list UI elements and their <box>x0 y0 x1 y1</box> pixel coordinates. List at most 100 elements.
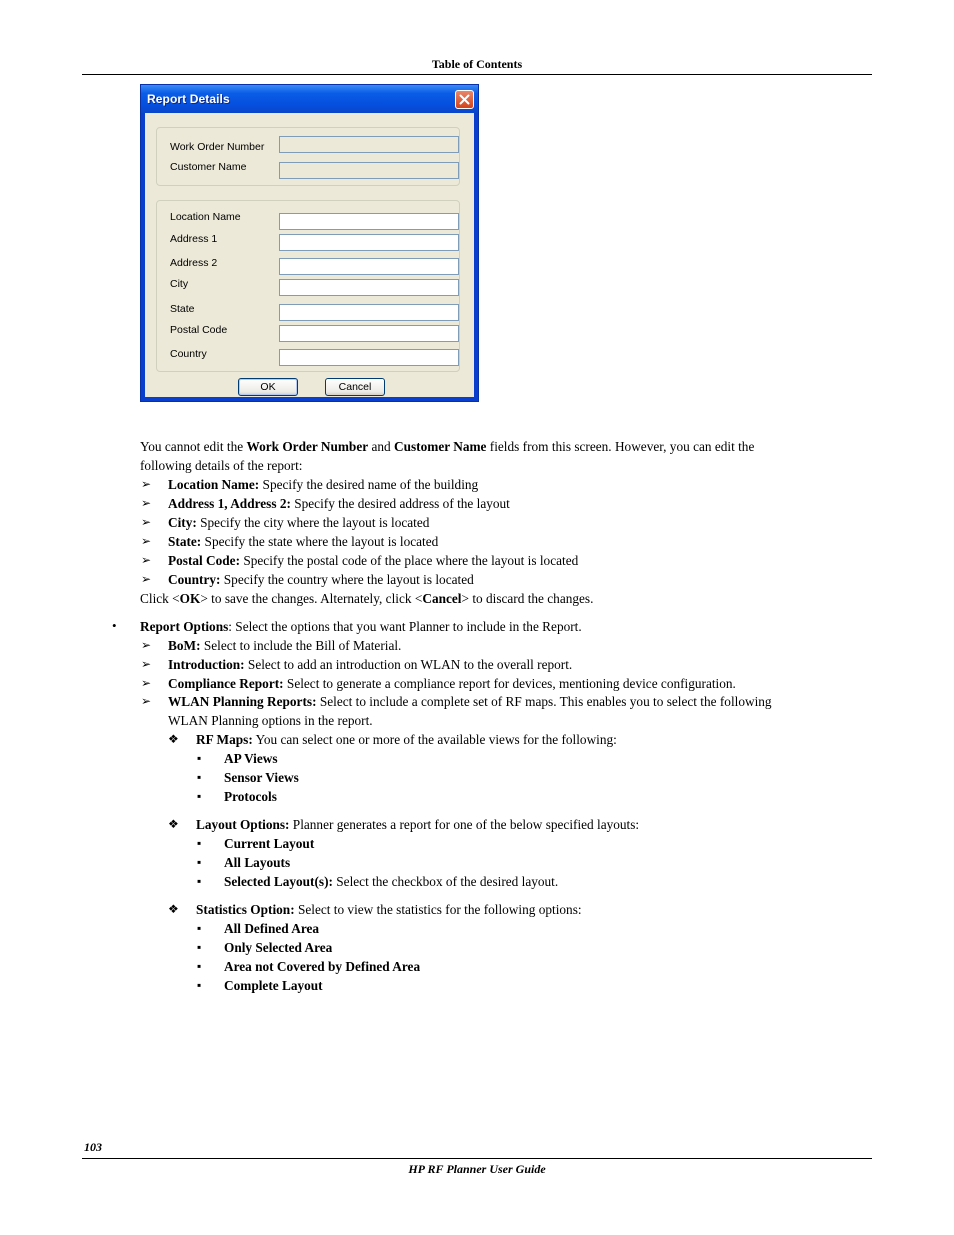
item-term: All Defined Area <box>224 921 320 936</box>
item-term: Statistics Option: <box>196 902 295 917</box>
square-bullet-icon: ▪ <box>197 978 202 992</box>
report-option-item: WLAN Planning Reports: Select to include… <box>168 692 772 711</box>
ok-button[interactable]: OK <box>238 378 298 396</box>
click-bold: Cancel <box>422 591 462 606</box>
sub-option-item: Layout Options: Planner generates a repo… <box>196 815 639 834</box>
dialog-client-area: Work Order Number Customer Name Location… <box>145 113 474 397</box>
item-term: Current Layout <box>224 836 315 851</box>
item-term: Sensor Views <box>224 770 299 785</box>
customer-name-label: Customer Name <box>170 161 247 173</box>
sub-option-choice: AP Views <box>224 749 278 768</box>
close-button[interactable] <box>455 90 474 109</box>
square-bullet-icon: ▪ <box>197 940 202 954</box>
item-desc: Select to add an introduction on WLAN to… <box>244 657 573 672</box>
intro-paragraph-line1: You cannot edit the Work Order Number an… <box>140 437 754 456</box>
customer-name-field[interactable] <box>279 162 459 179</box>
running-header: Table of Contents <box>431 57 523 71</box>
bullet-dot-icon: • <box>112 618 117 633</box>
sub-option-item: Statistics Option: Select to view the st… <box>196 900 582 919</box>
item-desc: Select to generate a compliance report f… <box>283 676 736 691</box>
cancel-button[interactable]: Cancel <box>325 378 385 396</box>
sub-option-item: RF Maps: You can select one or more of t… <box>196 730 617 749</box>
header-rule <box>82 74 872 75</box>
sub-option-choice: Sensor Views <box>224 768 299 787</box>
page-number: 103 <box>84 1140 102 1154</box>
sub-option-choice: All Layouts <box>224 853 290 872</box>
sub-option-choice: Selected Layout(s): Select the checkbox … <box>224 872 558 891</box>
state-field[interactable] <box>279 304 459 321</box>
arrow-bullet-icon: ➢ <box>141 676 152 690</box>
report-options-term: Report Options <box>140 619 229 634</box>
square-bullet-icon: ▪ <box>197 789 202 803</box>
item-term: Compliance Report: <box>168 676 284 691</box>
item-term: State: <box>168 534 202 549</box>
sub-option-choice: Current Layout <box>224 834 314 853</box>
item-desc: You can select one or more of the availa… <box>252 732 617 747</box>
click-text: > to discard the changes. <box>461 591 594 606</box>
item-desc: Planner generates a report for one of th… <box>289 817 640 832</box>
item-term: Layout Options: <box>196 817 290 832</box>
sub-option-choice: Protocols <box>224 787 277 806</box>
arrow-bullet-icon: ➢ <box>141 534 152 548</box>
click-text: > to save the changes. Alternately, clic… <box>200 591 423 606</box>
detail-list-item: City: Specify the city where the layout … <box>168 513 429 532</box>
work-order-number-field[interactable] <box>279 136 459 153</box>
square-bullet-icon: ▪ <box>197 836 202 850</box>
country-label: Country <box>170 348 207 360</box>
square-bullet-icon: ▪ <box>197 751 202 765</box>
report-details-dialog: Report Details Work Order Number Custome… <box>140 84 479 402</box>
arrow-bullet-icon: ➢ <box>141 515 152 529</box>
click-instructions: Click <OK> to save the changes. Alternat… <box>140 589 593 608</box>
arrow-bullet-icon: ➢ <box>141 638 152 652</box>
item-term: Address 1, Address 2: <box>168 496 291 511</box>
item-desc: Select to include a complete set of RF m… <box>316 694 772 709</box>
sub-option-choice: All Defined Area <box>224 919 319 938</box>
address-2-field[interactable] <box>279 258 459 275</box>
intro-paragraph-line2: following details of the report: <box>140 458 303 473</box>
footer-rule <box>82 1158 872 1159</box>
arrow-bullet-icon: ➢ <box>141 694 152 708</box>
postal-code-field[interactable] <box>279 325 459 342</box>
wlan-planning-desc-line2: WLAN Planning options in the report. <box>168 713 373 728</box>
click-text: Click < <box>140 591 180 606</box>
diamond-bullet-icon: ❖ <box>168 817 179 831</box>
item-term: WLAN Planning Reports: <box>168 694 317 709</box>
item-desc: Select to include the Bill of Material. <box>200 638 402 653</box>
address-2-label: Address 2 <box>170 257 218 269</box>
detail-list-item: Location Name: Specify the desired name … <box>168 475 478 494</box>
item-desc: Specify the postal code of the place whe… <box>240 553 579 568</box>
item-term: Selected Layout(s): <box>224 874 333 889</box>
square-bullet-icon: ▪ <box>197 959 202 973</box>
item-desc: Specify the desired address of the layou… <box>290 496 510 511</box>
item-term: Area not Covered by Defined Area <box>224 959 421 974</box>
item-term: Location Name: <box>168 477 260 492</box>
report-option-item: Introduction: Select to add an introduct… <box>168 655 572 674</box>
intro-text: and <box>368 439 394 454</box>
item-desc: Specify the state where the layout is lo… <box>201 534 439 549</box>
item-term: Country: <box>168 572 221 587</box>
country-field[interactable] <box>279 349 459 366</box>
address-1-field[interactable] <box>279 234 459 251</box>
arrow-bullet-icon: ➢ <box>141 657 152 671</box>
location-name-label: Location Name <box>170 211 241 223</box>
intro-text: fields from this screen. However, you ca… <box>486 439 755 454</box>
item-term: AP Views <box>224 751 278 766</box>
item-term: City: <box>168 515 197 530</box>
detail-list-item: Country: Specify the country where the l… <box>168 570 474 589</box>
square-bullet-icon: ▪ <box>197 874 202 888</box>
location-name-field[interactable] <box>279 213 459 230</box>
item-term: RF Maps: <box>196 732 253 747</box>
report-options-item: Report Options: Select the options that … <box>140 617 582 636</box>
close-icon <box>459 94 470 105</box>
arrow-bullet-icon: ➢ <box>141 496 152 510</box>
city-label: City <box>170 278 189 290</box>
postal-code-label: Postal Code <box>170 324 228 336</box>
detail-list-item: Address 1, Address 2: Specify the desire… <box>168 494 510 513</box>
city-field[interactable] <box>279 279 459 296</box>
address-1-label: Address 1 <box>170 233 218 245</box>
intro-text: You cannot edit the <box>140 439 247 454</box>
state-label: State <box>170 303 195 315</box>
item-term: Protocols <box>224 789 277 804</box>
item-term: Postal Code: <box>168 553 241 568</box>
item-desc: Specify the city where the layout is loc… <box>196 515 430 530</box>
